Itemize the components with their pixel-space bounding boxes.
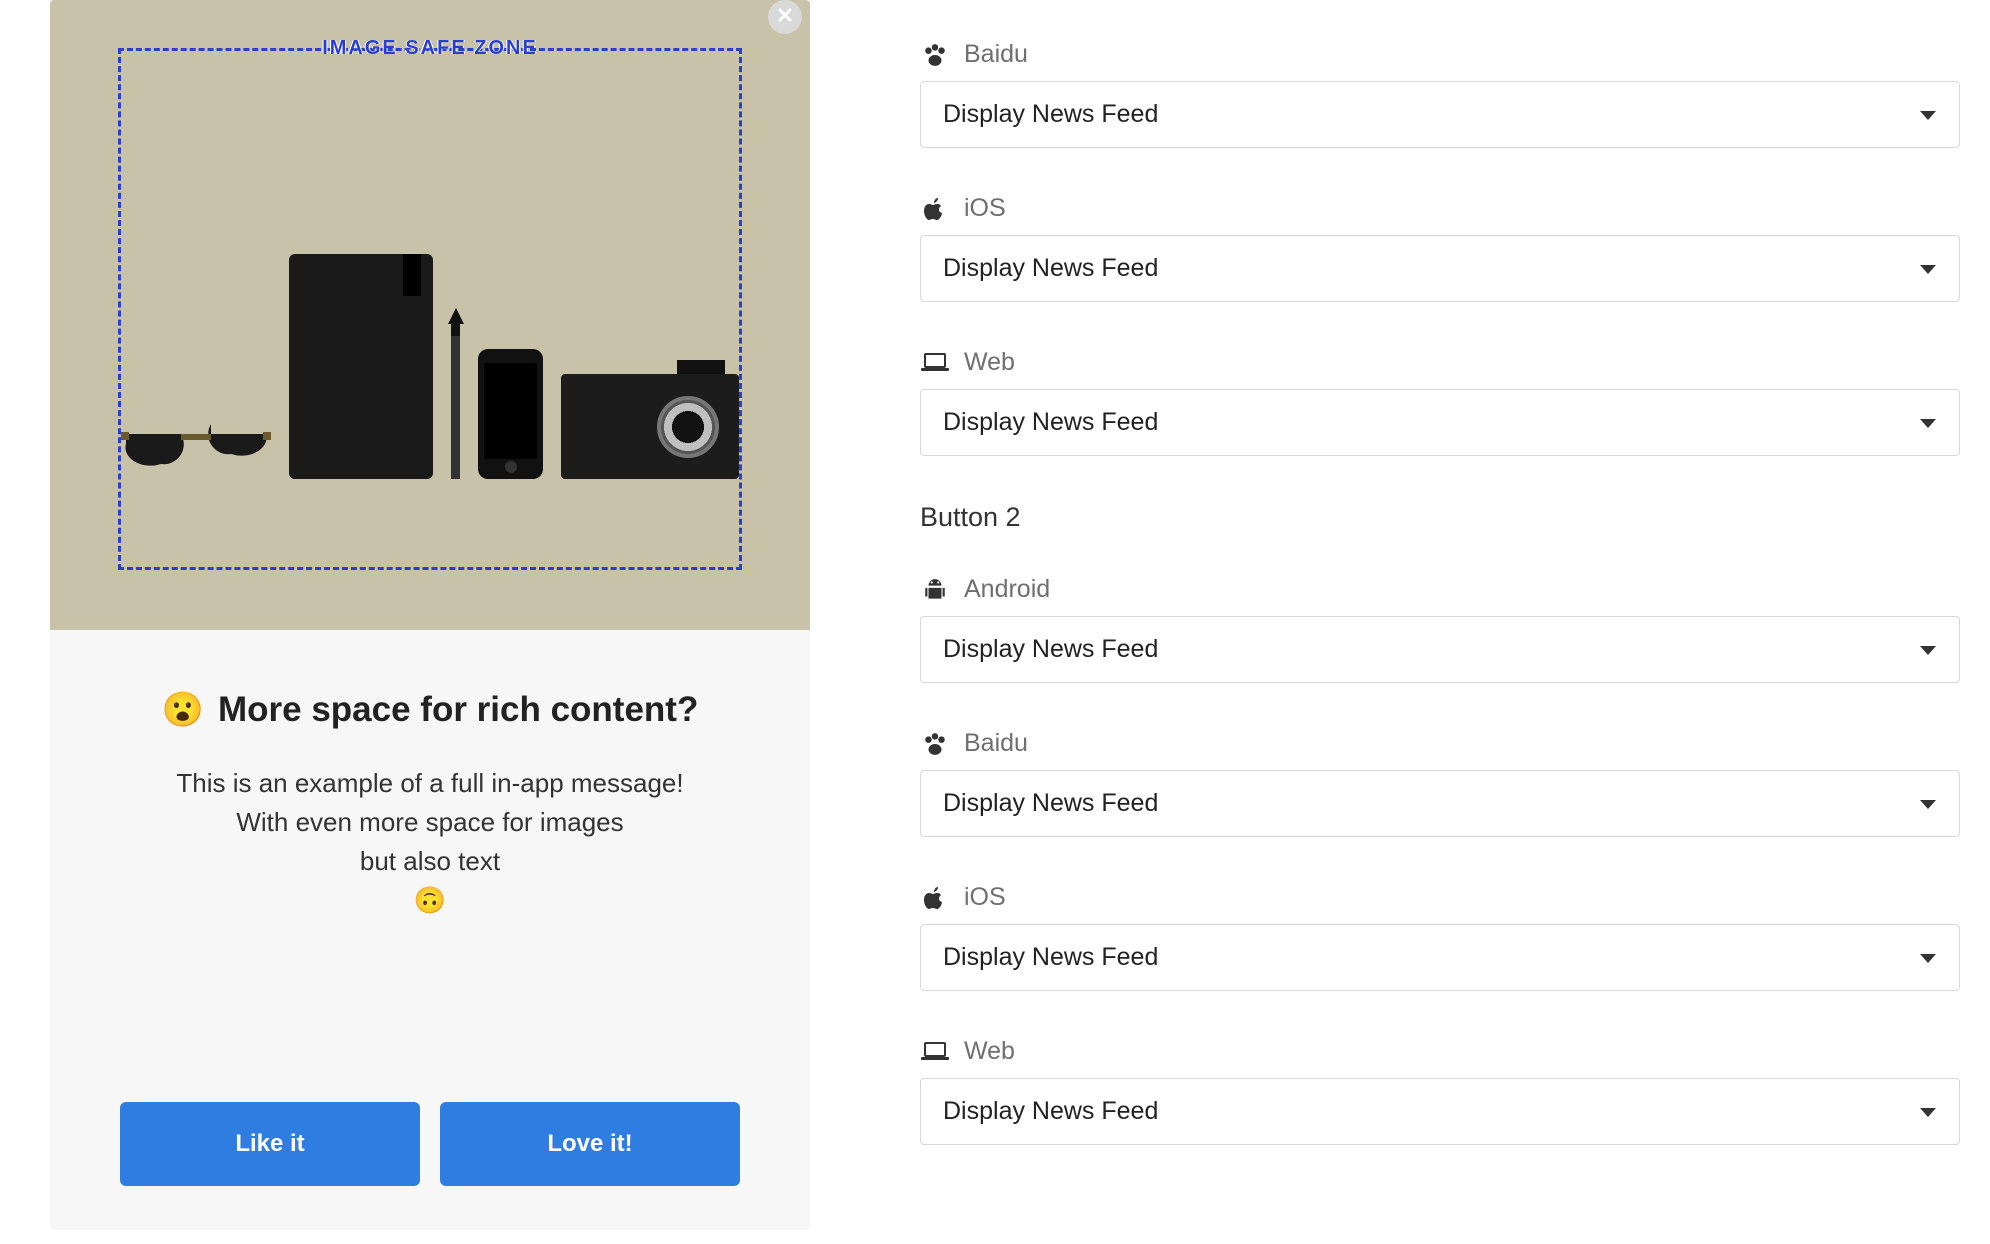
platform-label-baidu: Baidu <box>920 729 1960 758</box>
camera-icon <box>561 374 739 479</box>
platform-name: Android <box>964 575 1050 604</box>
paw-icon <box>920 731 950 757</box>
message-line-2: With even more space for images <box>90 803 770 842</box>
chevron-down-icon <box>1919 254 1937 283</box>
select-value: Display News Feed <box>943 943 1158 972</box>
android-icon <box>920 577 950 603</box>
message-line-3: but also text <box>90 842 770 881</box>
close-button[interactable] <box>768 0 802 34</box>
ios-action-select[interactable]: Display News Feed <box>920 235 1960 302</box>
message-title-text: More space for rich content? <box>218 690 698 730</box>
notebook-icon <box>289 254 433 479</box>
select-value: Display News Feed <box>943 100 1158 129</box>
message-title: 😮 More space for rich content? <box>90 690 770 730</box>
chevron-down-icon <box>1919 1097 1937 1126</box>
in-app-message-card: IMAGE SAFE ZONE <box>50 0 810 1230</box>
laptop-icon <box>920 1042 950 1062</box>
platform-name: Web <box>964 348 1015 377</box>
image-safe-zone: IMAGE SAFE ZONE <box>118 48 742 570</box>
select-value: Display News Feed <box>943 1097 1158 1126</box>
select-value: Display News Feed <box>943 635 1158 664</box>
paw-icon <box>920 42 950 68</box>
platform-group-baidu: Baidu Display News Feed <box>920 40 1960 148</box>
platform-name: Web <box>964 1037 1015 1066</box>
web-action-select[interactable]: Display News Feed <box>920 389 1960 456</box>
button-2-heading: Button 2 <box>920 502 1960 533</box>
upside-down-emoji-icon: 🙃 <box>90 881 770 920</box>
platform-group-web-2: Web Display News Feed <box>920 1037 1960 1145</box>
close-icon <box>777 7 793 28</box>
web-action-select-2[interactable]: Display News Feed <box>920 1078 1960 1145</box>
message-text: This is an example of a full in-app mess… <box>90 764 770 920</box>
platform-group-android-2: Android Display News Feed <box>920 575 1960 683</box>
platform-group-ios-2: iOS Display News Feed <box>920 883 1960 991</box>
platform-label-web: Web <box>920 348 1960 377</box>
platform-label-baidu: Baidu <box>920 40 1960 69</box>
settings-panel: Baidu Display News Feed iOS Display News… <box>860 0 1990 1244</box>
platform-label-ios: iOS <box>920 194 1960 223</box>
android-action-select-2[interactable]: Display News Feed <box>920 616 1960 683</box>
select-value: Display News Feed <box>943 408 1158 437</box>
select-value: Display News Feed <box>943 789 1158 818</box>
chevron-down-icon <box>1919 789 1937 818</box>
baidu-action-select[interactable]: Display News Feed <box>920 81 1960 148</box>
preview-panel: IMAGE SAFE ZONE <box>0 0 860 1244</box>
sunglasses-icon <box>121 414 271 479</box>
message-body: 😮 More space for rich content? This is a… <box>50 630 810 1230</box>
phone-icon <box>478 349 542 479</box>
chevron-down-icon <box>1919 408 1937 437</box>
pencil-icon <box>451 324 461 479</box>
laptop-icon <box>920 353 950 373</box>
baidu-action-select-2[interactable]: Display News Feed <box>920 770 1960 837</box>
select-value: Display News Feed <box>943 254 1158 283</box>
platform-name: iOS <box>964 883 1006 912</box>
love-it-button[interactable]: Love it! <box>440 1102 740 1186</box>
platform-label-web: Web <box>920 1037 1960 1066</box>
apple-icon <box>920 884 950 912</box>
camera-lens-icon <box>657 396 719 458</box>
platform-name: Baidu <box>964 729 1028 758</box>
platform-name: iOS <box>964 194 1006 223</box>
chevron-down-icon <box>1919 100 1937 129</box>
message-buttons: Like it Love it! <box>90 1102 770 1210</box>
platform-name: Baidu <box>964 40 1028 69</box>
like-it-button[interactable]: Like it <box>120 1102 420 1186</box>
platform-group-ios: iOS Display News Feed <box>920 194 1960 302</box>
platform-group-baidu-2: Baidu Display News Feed <box>920 729 1960 837</box>
apple-icon <box>920 195 950 223</box>
safe-zone-label: IMAGE SAFE ZONE <box>316 37 544 60</box>
platform-label-android: Android <box>920 575 1960 604</box>
chevron-down-icon <box>1919 943 1937 972</box>
chevron-down-icon <box>1919 635 1937 664</box>
image-safe-zone-container: IMAGE SAFE ZONE <box>50 0 810 630</box>
platform-label-ios: iOS <box>920 883 1960 912</box>
surprised-emoji-icon: 😮 <box>162 693 204 727</box>
preview-illustration <box>121 254 739 479</box>
message-line-1: This is an example of a full in-app mess… <box>90 764 770 803</box>
ios-action-select-2[interactable]: Display News Feed <box>920 924 1960 991</box>
platform-group-web: Web Display News Feed <box>920 348 1960 456</box>
